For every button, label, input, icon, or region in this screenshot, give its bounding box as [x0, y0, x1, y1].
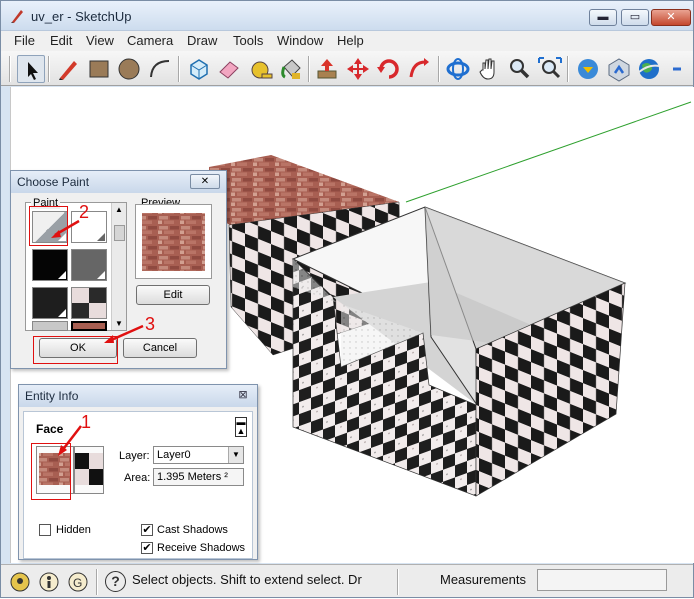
question-icon: ? [111, 573, 120, 589]
measurements-input[interactable] [537, 569, 667, 591]
annotation-arrow-3 [108, 324, 144, 343]
sketchup-window: uv_er - SketchUp ▬ ▭ ✕ File Edit View Ca… [0, 0, 694, 598]
annotation-arrows [51, 219, 144, 456]
svg-text:G: G [73, 576, 82, 590]
geo-location-icon[interactable] [9, 571, 31, 593]
credits-icon[interactable] [38, 571, 60, 593]
google-signin-icon[interactable]: G [67, 571, 89, 593]
measurements-label: Measurements [440, 572, 526, 587]
status-separator [397, 569, 399, 595]
status-separator [96, 569, 98, 595]
status-message: Select objects. Shift to extend select. … [132, 572, 362, 587]
status-bar: G ? Select objects. Shift to extend sele… [1, 564, 693, 597]
help-icon[interactable]: ? [105, 571, 126, 592]
